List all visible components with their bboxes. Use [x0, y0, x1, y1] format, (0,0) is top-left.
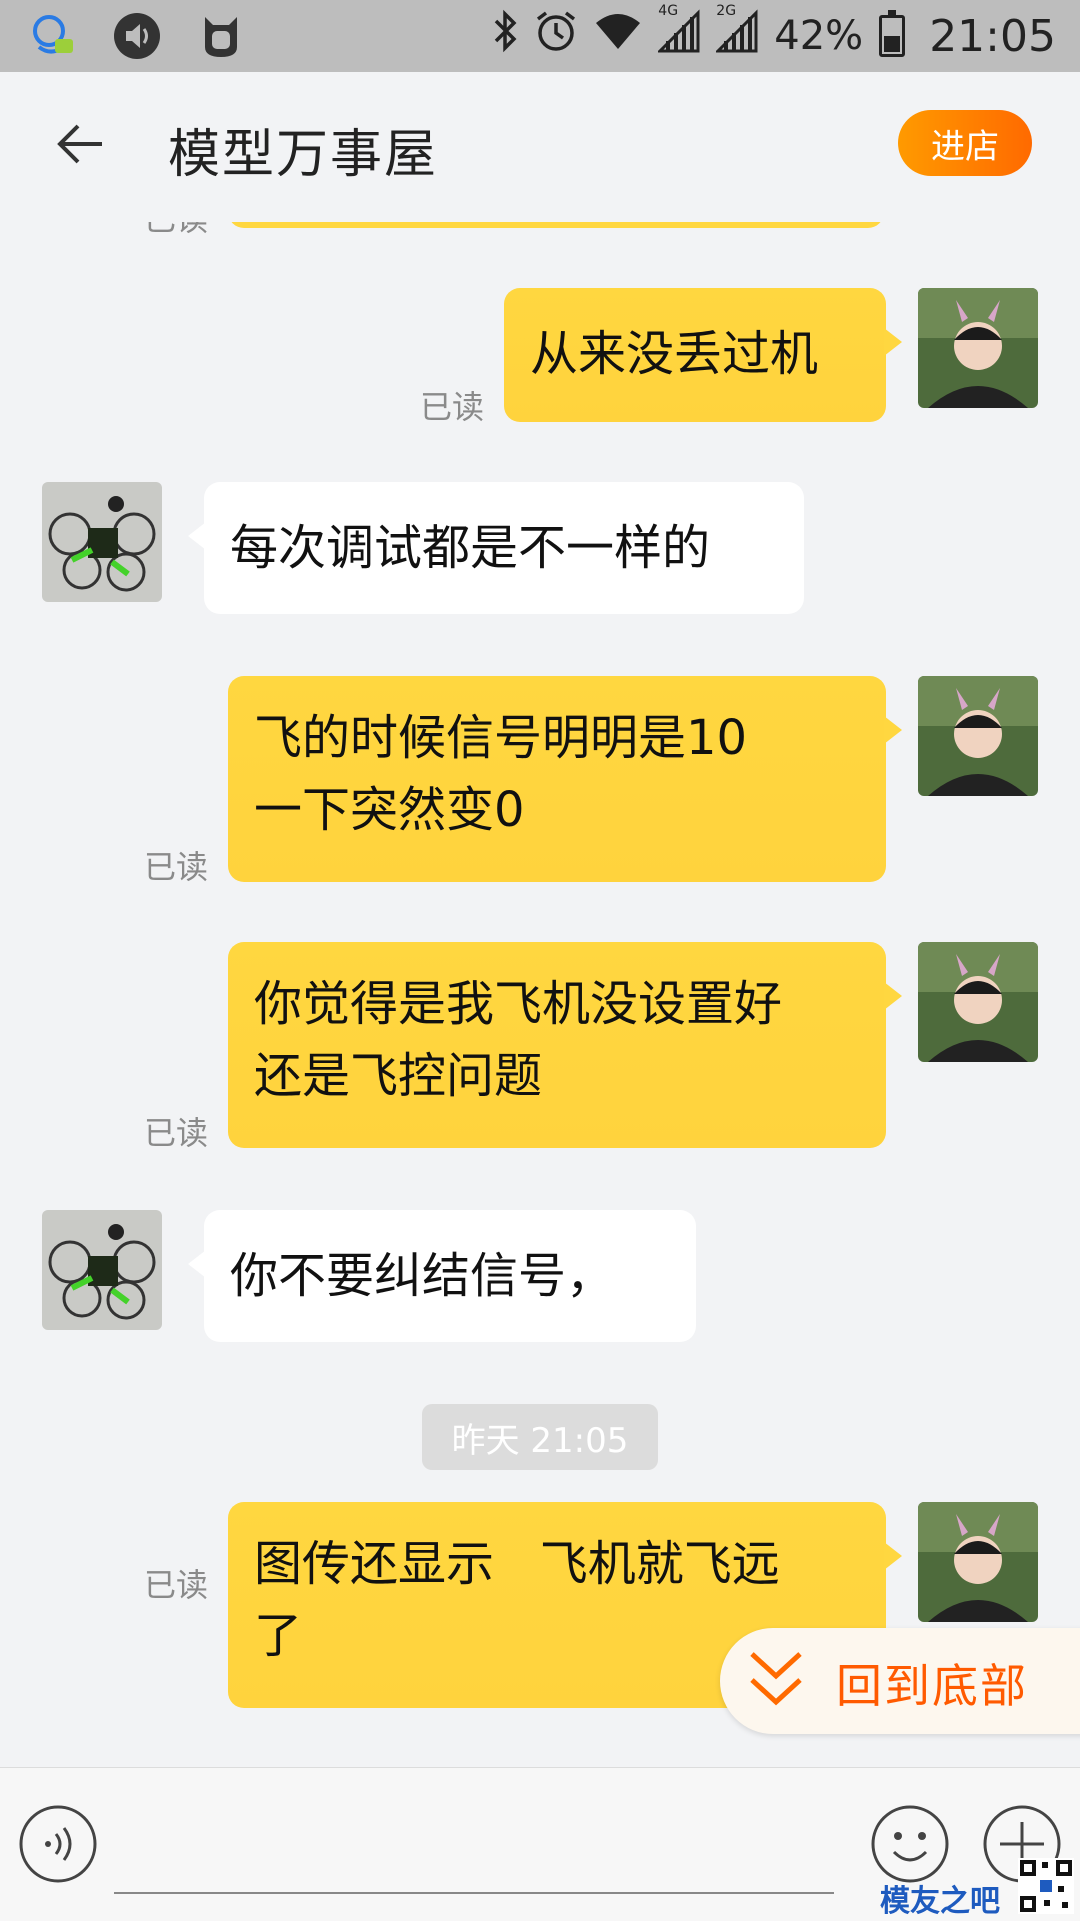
signal-icon-2g: 2G	[714, 3, 758, 63]
message-bubble-partial[interactable]	[228, 222, 884, 228]
enter-store-button[interactable]: 进店	[898, 110, 1032, 176]
message-text: 每次调试都是不一样的	[230, 520, 711, 576]
message-bubble-me[interactable]: 从来没丢过机	[504, 288, 902, 422]
watermark-text: 模友之吧	[880, 1884, 1000, 1919]
back-arrow-icon	[57, 124, 102, 164]
message-text-line: 你觉得是我飞机没设置好	[254, 976, 783, 1032]
message-text-line: 图传还显示 飞机就飞远	[254, 1536, 780, 1592]
read-status: 已读	[144, 848, 209, 886]
message-timestamp: 昨天 21:05	[422, 1404, 658, 1470]
message-text: 你不要纠结信号，	[230, 1248, 615, 1304]
back-to-bottom-label: 回到底部	[836, 1659, 1028, 1713]
chat-header: 模型万事屋 进店	[0, 72, 1080, 222]
read-status: 已读	[144, 222, 208, 240]
message-input[interactable]	[114, 1892, 834, 1894]
message-bubble-them[interactable]: 每次调试都是不一样的	[188, 482, 804, 614]
message-bubble-me[interactable]: 飞的时候信号明明是10 一下突然变0	[228, 676, 902, 882]
emoji-button[interactable]	[870, 1804, 950, 1884]
avatar-me[interactable]	[918, 676, 1038, 796]
clock: 21:05	[929, 10, 1056, 62]
emoji-icon	[871, 1805, 949, 1883]
app-icon	[196, 11, 246, 61]
chevron-double-down-icon	[750, 1652, 802, 1706]
read-status: 已读	[144, 1114, 209, 1152]
message-text-line: 还是飞控问题	[254, 1048, 543, 1104]
message-text-line: 飞的时候信号明明是10	[254, 710, 748, 766]
voice-button[interactable]	[18, 1804, 98, 1884]
assistant-icon	[28, 11, 78, 61]
read-status: 已读	[144, 1566, 209, 1604]
avatar-them[interactable]	[42, 1210, 162, 1330]
message-text: 从来没丢过机	[530, 326, 819, 382]
message-bubble-me[interactable]: 你觉得是我飞机没设置好 还是飞控问题	[228, 942, 902, 1148]
back-to-bottom-button[interactable]: 回到底部	[720, 1628, 1080, 1734]
back-button[interactable]	[52, 114, 112, 174]
chat-area[interactable]: 已读 已读 从来没丢过机 每次调试都是不一样的 已读 飞的时候信号明明是10 一…	[0, 222, 1080, 1767]
page-title: 模型万事屋	[168, 125, 439, 185]
wifi-icon	[594, 11, 642, 61]
input-bar: 模友之吧	[0, 1767, 1080, 1921]
alarm-icon	[534, 9, 578, 63]
voice-icon	[19, 1805, 97, 1883]
avatar-me[interactable]	[918, 288, 1038, 408]
status-bar: 4G 2G 42% 21:05	[0, 0, 1080, 72]
bluetooth-icon	[492, 9, 518, 63]
avatar-them[interactable]	[42, 482, 162, 602]
battery-percent: 42%	[774, 13, 864, 59]
avatar-me[interactable]	[918, 942, 1038, 1062]
signal-icon-4g: 4G	[656, 3, 700, 63]
message-text-line: 一下突然变0	[254, 782, 525, 838]
avatar-me[interactable]	[918, 1502, 1038, 1622]
read-status: 已读	[420, 388, 485, 426]
battery-icon	[879, 10, 906, 57]
speaker-icon	[112, 11, 162, 61]
message-bubble-them[interactable]: 你不要纠结信号，	[188, 1210, 696, 1342]
qr-code-icon	[1018, 1858, 1074, 1914]
